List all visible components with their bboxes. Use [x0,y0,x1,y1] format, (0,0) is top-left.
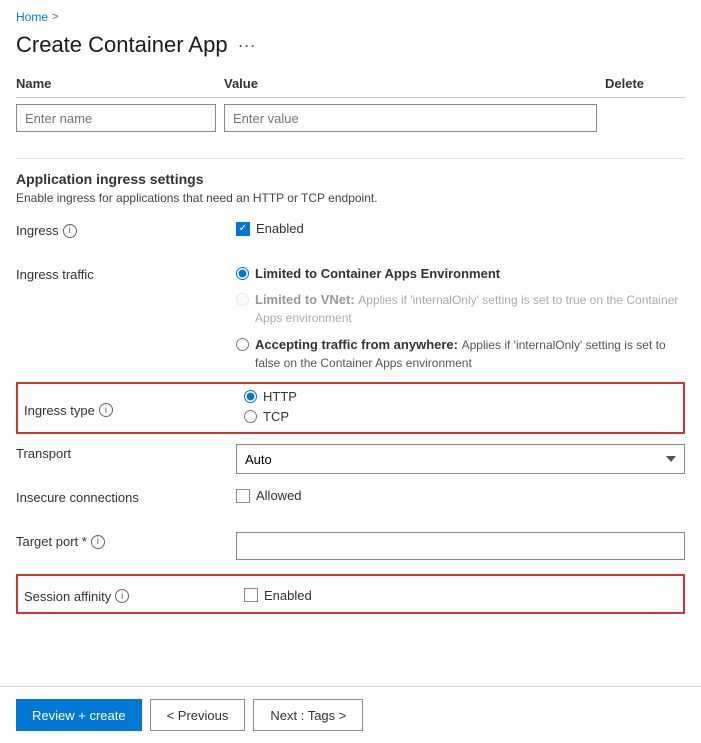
col-delete: Delete [605,76,685,91]
ingress-type-tcp-radio[interactable] [244,410,257,423]
target-port-row: Target port * i 80 [16,530,685,566]
session-affinity-control: Enabled [244,586,677,603]
breadcrumb-home[interactable]: Home [16,10,48,24]
ingress-row: Ingress i Enabled [16,219,685,255]
ingress-traffic-row: Ingress traffic Limited to Container App… [16,263,685,374]
target-port-control: 80 [236,530,685,560]
ingress-info-icon[interactable]: i [63,224,77,238]
ingress-control: Enabled [236,219,685,236]
target-port-info-icon[interactable]: i [91,535,105,549]
transport-row: Transport Auto HTTP/1 HTTP/2 gRPC [16,442,685,478]
insecure-allowed-row: Allowed [236,488,302,503]
traffic-option3-label: Accepting traffic from anywhere: Applies… [255,336,685,372]
ingress-enabled-label: Enabled [256,221,304,236]
ingress-type-http-row: HTTP [244,388,677,406]
table-header: Name Value Delete [16,70,685,98]
ingress-type-control: HTTP TCP [244,388,677,428]
table-input-row [16,98,685,138]
ingress-type-label: Ingress type i [24,399,244,418]
next-button[interactable]: Next : Tags > [253,699,363,731]
session-affinity-label: Session affinity i [24,585,244,604]
name-input[interactable] [16,104,216,132]
session-affinity-checkbox[interactable] [244,588,258,602]
insecure-connections-control: Allowed [236,486,685,503]
ingress-enabled-checkbox[interactable] [236,222,250,236]
ingress-traffic-control: Limited to Container Apps Environment Li… [236,263,685,374]
traffic-option2-row: Limited to VNet: Applies if 'internalOnl… [236,291,685,327]
traffic-option2-label: Limited to VNet: Applies if 'internalOnl… [255,291,685,327]
insecure-connections-row: Insecure connections Allowed [16,486,685,522]
target-port-label: Target port * i [16,530,236,549]
traffic-option2-radio[interactable] [236,293,249,306]
col-value: Value [224,76,597,91]
traffic-option3-radio[interactable] [236,338,249,351]
value-input[interactable] [224,104,597,132]
breadcrumb: Home > [0,0,701,28]
transport-label: Transport [16,442,236,461]
col-name: Name [16,76,216,91]
session-affinity-info-icon[interactable]: i [115,589,129,603]
target-port-input[interactable]: 80 [236,532,685,560]
session-affinity-enabled-row: Enabled [244,588,312,603]
page-title-container: Create Container App ··· [0,28,701,70]
ingress-enabled-row: Enabled [236,221,304,236]
traffic-option1-radio[interactable] [236,267,249,280]
transport-control: Auto HTTP/1 HTTP/2 gRPC [236,442,685,474]
page-title: Create Container App [16,32,228,58]
ingress-section-title: Application ingress settings [16,171,685,187]
insecure-connections-label: Insecure connections [16,486,236,505]
ingress-type-tcp-label: TCP [263,408,289,426]
traffic-option1-label: Limited to Container Apps Environment [255,265,500,283]
ingress-traffic-label: Ingress traffic [16,263,236,282]
ingress-type-tcp-row: TCP [244,408,677,426]
ingress-type-http-label: HTTP [263,388,297,406]
ingress-type-highlighted-row: Ingress type i HTTP TCP [16,382,685,434]
session-affinity-enabled-label: Enabled [264,588,312,603]
previous-button[interactable]: < Previous [150,699,246,731]
traffic-option3-row: Accepting traffic from anywhere: Applies… [236,336,685,372]
ingress-label: Ingress i [16,219,236,238]
ingress-settings-section: Application ingress settings Enable ingr… [16,171,685,614]
transport-select[interactable]: Auto HTTP/1 HTTP/2 gRPC [236,444,685,474]
section-divider-1 [16,158,685,159]
session-affinity-highlighted-row: Session affinity i Enabled [16,574,685,614]
review-create-button[interactable]: Review + create [16,699,142,731]
more-options-button[interactable]: ··· [238,35,256,56]
insecure-allowed-label: Allowed [256,488,302,503]
name-value-table: Name Value Delete [16,70,685,138]
breadcrumb-separator: > [52,11,58,23]
ingress-section-desc: Enable ingress for applications that nee… [16,191,685,205]
footer: Review + create < Previous Next : Tags > [0,686,701,743]
ingress-type-http-radio[interactable] [244,390,257,403]
ingress-type-info-icon[interactable]: i [99,403,113,417]
insecure-allowed-checkbox[interactable] [236,489,250,503]
traffic-option1-row: Limited to Container Apps Environment [236,265,500,283]
